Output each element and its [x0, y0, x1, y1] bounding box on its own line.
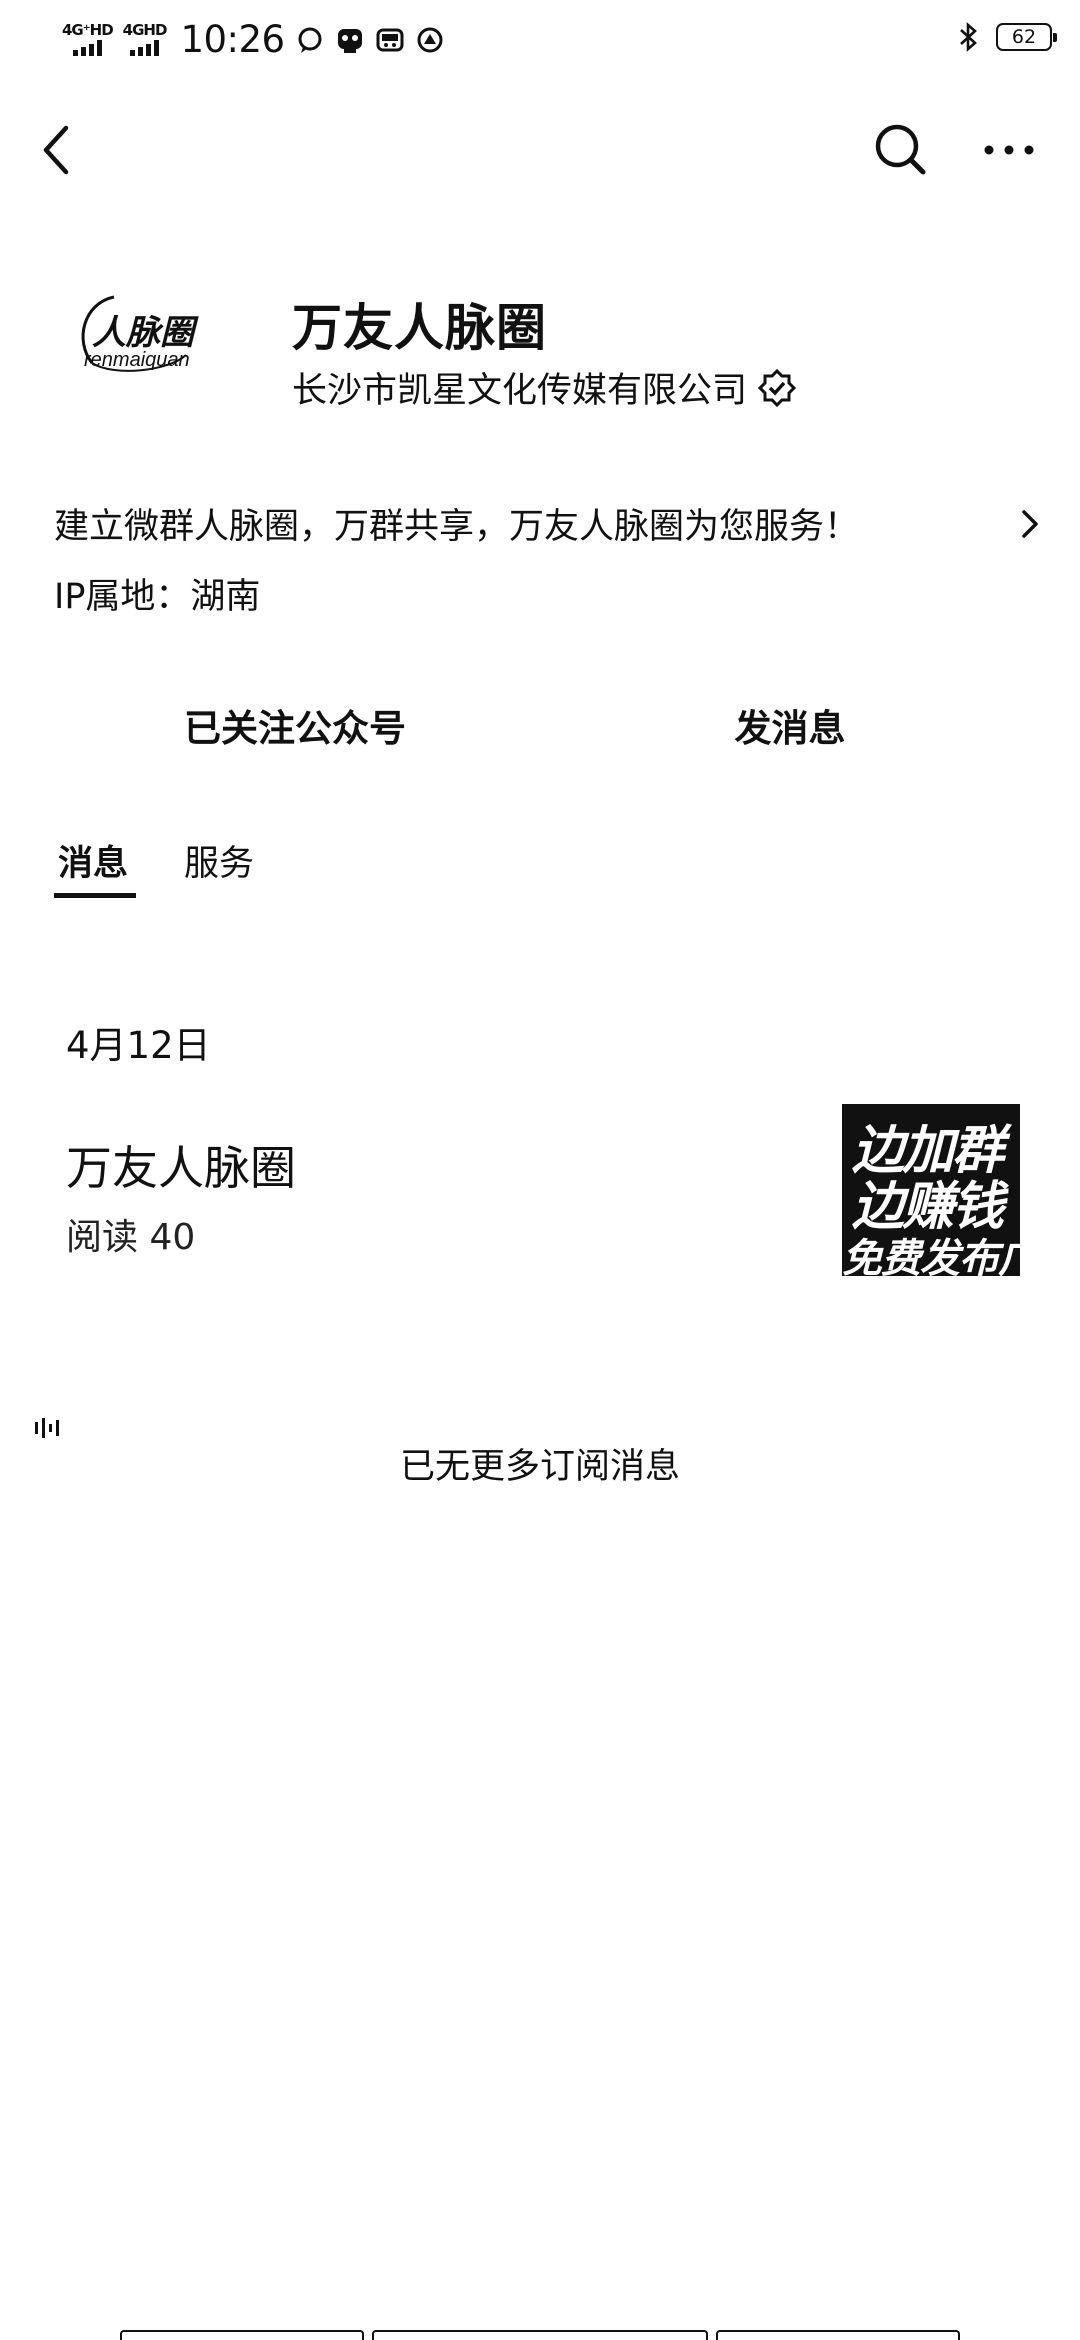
- account-company[interactable]: 长沙市凯星文化传媒有限公司: [292, 362, 797, 413]
- account-name: 万友人脉圈: [292, 299, 547, 357]
- tab-services[interactable]: 服务: [184, 835, 254, 886]
- search-icon: [875, 124, 926, 175]
- end-of-feed-text: 已无更多订阅消息: [399, 1447, 680, 1487]
- chat-bubble-icon: [295, 25, 325, 55]
- bottom-tab-2[interactable]: [372, 2330, 708, 2340]
- search-button[interactable]: [872, 122, 928, 178]
- bluetooth-icon: [954, 22, 984, 52]
- account-logo[interactable]: 人脉圈 renmaiquan: [74, 285, 224, 385]
- bottom-tab-1[interactable]: [120, 2330, 364, 2340]
- feed-date: 4月12日: [66, 1024, 211, 1067]
- status-right: 62: [954, 22, 1057, 52]
- tab-messages[interactable]: 消息: [58, 835, 128, 886]
- thumb-line-3: 免费发布广告: [842, 1236, 1020, 1276]
- more-button[interactable]: [982, 130, 1036, 170]
- article-title[interactable]: 万友人脉圈: [66, 1132, 296, 1198]
- clock: 10:26: [180, 18, 285, 61]
- status-bar: 4G⁺HD 4GHD 10:26 62: [0, 0, 1080, 80]
- logo-text-main: 人脉圈: [92, 313, 194, 353]
- more-dots-icon: [984, 145, 1034, 155]
- bottom-tab-3[interactable]: [716, 2330, 960, 2340]
- signal-indicator-2: 4GHD: [123, 23, 167, 56]
- article-thumbnail[interactable]: 边加群 边赚钱 免费发布广告: [842, 1104, 1020, 1276]
- verified-badge-icon: [757, 368, 797, 407]
- status-left: 4G⁺HD 4GHD 10:26: [62, 18, 445, 61]
- audio-wave-icon: [34, 1418, 66, 1438]
- description-text: 建立微群人脉圈，万群共享，万友人脉圈为您服务！: [54, 507, 860, 547]
- company-name: 长沙市凯星文化传媒有限公司: [292, 371, 748, 411]
- logo-text-sub: renmaiquan: [84, 349, 190, 371]
- chevron-right-icon: [1022, 509, 1038, 538]
- app-icon: [335, 25, 365, 55]
- alert-badge-icon: [415, 25, 445, 55]
- article-read-count: 阅读 40: [66, 1217, 196, 1258]
- send-message-button[interactable]: 发消息: [640, 690, 940, 760]
- battery-indicator: 62: [996, 23, 1057, 51]
- signal-bars-icon: [130, 40, 160, 56]
- chevron-left-icon: [43, 125, 69, 175]
- back-button[interactable]: [30, 118, 80, 182]
- network-type-2: 4GHD: [122, 21, 168, 39]
- signal-indicator-1: 4G⁺HD: [62, 21, 114, 56]
- ip-location: IP属地：湖南: [54, 577, 261, 617]
- followed-button[interactable]: 已关注公众号: [120, 690, 470, 760]
- network-type-1: 4G⁺HD: [62, 21, 114, 39]
- signal-bars-icon: [72, 40, 102, 56]
- active-tab-indicator: [54, 893, 136, 898]
- bottom-toolbar-edge: [120, 2330, 960, 2340]
- cat-face-icon: [375, 25, 405, 55]
- account-description[interactable]: 建立微群人脉圈，万群共享，万友人脉圈为您服务！: [54, 498, 1044, 549]
